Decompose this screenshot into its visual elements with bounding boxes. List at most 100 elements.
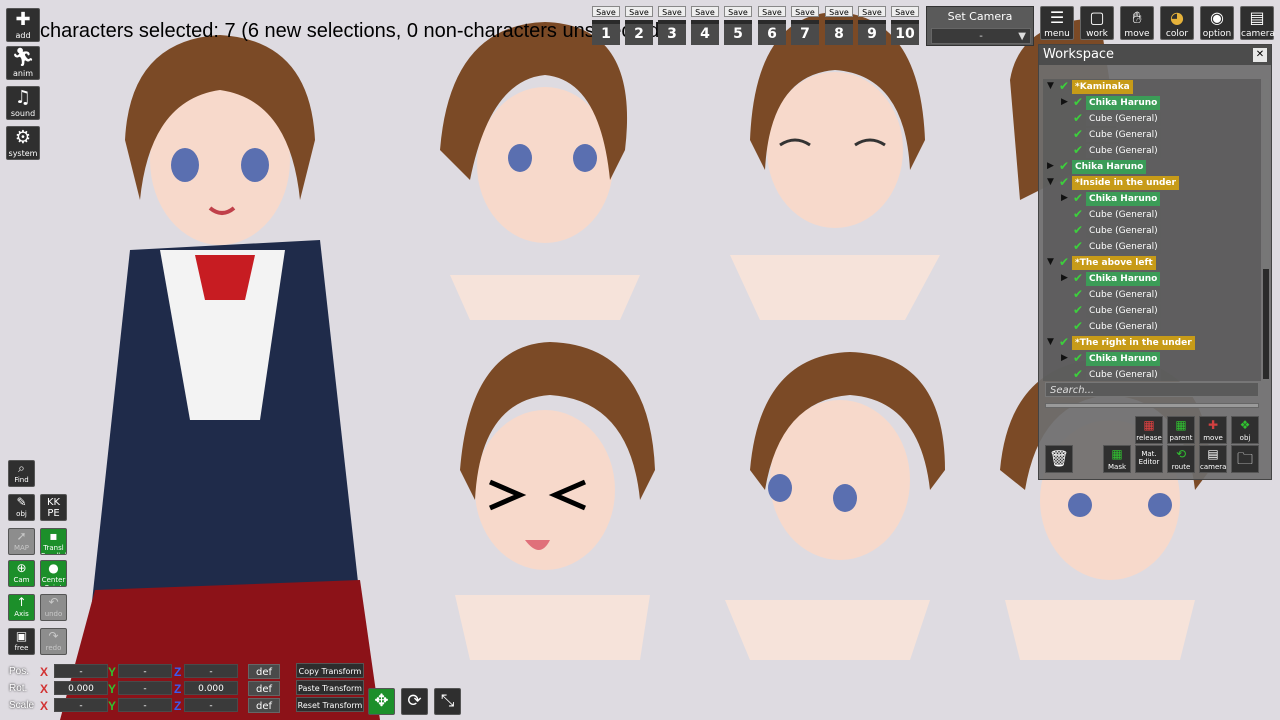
visibility-check-icon[interactable]: ✔ — [1073, 271, 1083, 285]
tree-item-label[interactable]: Cube (General) — [1086, 320, 1161, 334]
tree-row[interactable]: ✔ Cube (General) — [1043, 367, 1261, 381]
mask-button[interactable]: ▦ Mask — [1103, 445, 1131, 473]
kkpe-button[interactable]: KK PE — [40, 494, 67, 521]
workspace-camera-button[interactable]: ▤ camera — [1199, 445, 1227, 473]
pos-x-input[interactable]: - — [54, 664, 108, 678]
visibility-check-icon[interactable]: ✔ — [1073, 223, 1083, 237]
save-slot-7[interactable]: Save 7 — [791, 6, 819, 46]
tree-item-label[interactable]: Cube (General) — [1086, 368, 1161, 381]
free-button[interactable]: ▣ free — [8, 628, 35, 655]
undo-button[interactable]: ↶ undo — [40, 594, 67, 621]
tree-item-label[interactable]: *The above left — [1072, 256, 1156, 270]
expand-arrow-icon[interactable]: ▼ — [1047, 81, 1054, 91]
move-button[interactable]: ✋︎ move — [1120, 6, 1154, 40]
save-slot-10[interactable]: Save 10 — [891, 6, 919, 46]
menu-button[interactable]: ☰ menu — [1040, 6, 1074, 40]
anim-button[interactable]: 🏃︎ anim — [6, 46, 40, 80]
visibility-check-icon[interactable]: ✔ — [1073, 351, 1083, 365]
collapse-arrow-icon[interactable]: ▶ — [1061, 193, 1068, 203]
save-slot-8[interactable]: Save 8 — [825, 6, 853, 46]
scale-z-input[interactable]: - — [184, 698, 238, 712]
tree-row[interactable]: ▶ ✔ Chika Haruno — [1043, 271, 1261, 287]
tree-row[interactable]: ✔ Cube (General) — [1043, 287, 1261, 303]
color-button[interactable]: ◕ color — [1160, 6, 1194, 40]
visibility-check-icon[interactable]: ✔ — [1073, 303, 1083, 317]
pos-z-input[interactable]: - — [184, 664, 238, 678]
save-slot-3[interactable]: Save 3 — [658, 6, 686, 46]
rot-def-button[interactable]: def — [248, 681, 280, 696]
reset-transform-button[interactable]: Reset Transform — [296, 697, 364, 712]
tree-row[interactable]: ✔ Cube (General) — [1043, 207, 1261, 223]
tree-item-label[interactable]: Chika Haruno — [1086, 96, 1161, 110]
studio-viewport[interactable]: characters selected: 7 (6 new selections… — [0, 0, 1280, 720]
close-icon[interactable]: ✕ — [1253, 48, 1267, 62]
tree-item-label[interactable]: Cube (General) — [1086, 128, 1161, 142]
tree-row[interactable]: ▼ ✔ *Inside in the under — [1043, 175, 1261, 191]
save-slot-1[interactable]: Save 1 — [592, 6, 620, 46]
tree-item-label[interactable]: Cube (General) — [1086, 208, 1161, 222]
tree-row[interactable]: ✔ Cube (General) — [1043, 319, 1261, 335]
scrollbar-thumb[interactable] — [1263, 269, 1269, 379]
visibility-check-icon[interactable]: ✔ — [1073, 95, 1083, 109]
tree-row[interactable]: ▶ ✔ Chika Haruno — [1043, 95, 1261, 111]
parent-button[interactable]: ▦ parent — [1167, 416, 1195, 444]
paste-transform-button[interactable]: Paste Transform — [296, 680, 364, 695]
save-slot-6[interactable]: Save 6 — [758, 6, 786, 46]
visibility-check-icon[interactable]: ✔ — [1073, 207, 1083, 221]
visibility-check-icon[interactable]: ✔ — [1059, 335, 1069, 349]
tree-row[interactable]: ✔ Cube (General) — [1043, 111, 1261, 127]
tree-row[interactable]: ▶ ✔ Chika Haruno — [1043, 191, 1261, 207]
tree-item-label[interactable]: Cube (General) — [1086, 144, 1161, 158]
pos-y-input[interactable]: - — [118, 664, 172, 678]
rot-x-input[interactable]: 0.000 — [54, 681, 108, 695]
tree-item-label[interactable]: *Inside in the under — [1072, 176, 1179, 190]
visibility-check-icon[interactable]: ✔ — [1059, 159, 1069, 173]
visibility-check-icon[interactable]: ✔ — [1073, 367, 1083, 381]
redo-button[interactable]: ↷ redo — [40, 628, 67, 655]
pos-def-button[interactable]: def — [248, 664, 280, 679]
visibility-check-icon[interactable]: ✔ — [1073, 127, 1083, 141]
tree-item-label[interactable]: Chika Haruno — [1072, 160, 1147, 174]
tree-item-label[interactable]: Cube (General) — [1086, 240, 1161, 254]
camera-button[interactable]: ▤ camera — [1240, 6, 1275, 40]
cam-button[interactable]: ⊕ Cam — [8, 560, 35, 587]
obj-button[interactable]: ✎ obj — [8, 494, 35, 521]
visibility-check-icon[interactable]: ✔ — [1073, 143, 1083, 157]
tree-row[interactable]: ▶ ✔ Chika Haruno — [1043, 351, 1261, 367]
tree-item-label[interactable]: Chika Haruno — [1086, 192, 1161, 206]
camera-select[interactable]: - ▼ — [931, 28, 1031, 44]
collapse-arrow-icon[interactable]: ▶ — [1061, 273, 1068, 283]
expand-arrow-icon[interactable]: ▼ — [1047, 177, 1054, 187]
tree-row[interactable]: ▼ ✔ *The above left — [1043, 255, 1261, 271]
sound-button[interactable]: ♫ sound — [6, 86, 40, 120]
system-button[interactable]: ⚙ system — [6, 126, 40, 160]
tree-row[interactable]: ▼ ✔ *The right in the under — [1043, 335, 1261, 351]
option-button[interactable]: ◉ option — [1200, 6, 1234, 40]
scale-def-button[interactable]: def — [248, 698, 280, 713]
visibility-check-icon[interactable]: ✔ — [1059, 175, 1069, 189]
tree-row[interactable]: ✔ Cube (General) — [1043, 239, 1261, 255]
visibility-check-icon[interactable]: ✔ — [1073, 111, 1083, 125]
rot-z-input[interactable]: 0.000 — [184, 681, 238, 695]
axis-button[interactable]: ↑ Axis — [8, 594, 35, 621]
visibility-check-icon[interactable]: ✔ — [1073, 191, 1083, 205]
copy-transform-button[interactable]: Copy Transform — [296, 663, 364, 678]
workspace-scrollbar[interactable] — [1263, 79, 1269, 381]
tree-row[interactable]: ▶ ✔ Chika Haruno — [1043, 159, 1261, 175]
tree-item-label[interactable]: *The right in the under — [1072, 336, 1195, 350]
visibility-check-icon[interactable]: ✔ — [1059, 79, 1069, 93]
folder-button[interactable]: 🗀︎ — [1231, 445, 1259, 473]
center-point-button[interactable]: ● Center Point — [40, 560, 67, 587]
tree-item-label[interactable]: Chika Haruno — [1086, 272, 1161, 286]
tree-item-label[interactable]: Cube (General) — [1086, 224, 1161, 238]
collapse-arrow-icon[interactable]: ▶ — [1061, 97, 1068, 107]
scale-x-input[interactable]: - — [54, 698, 108, 712]
tree-item-label[interactable]: Cube (General) — [1086, 288, 1161, 302]
find-button[interactable]: ⌕ Find — [8, 460, 35, 487]
tree-row[interactable]: ✔ Cube (General) — [1043, 223, 1261, 239]
save-slot-4[interactable]: Save 4 — [691, 6, 719, 46]
tree-row[interactable]: ✔ Cube (General) — [1043, 127, 1261, 143]
work-button[interactable]: ▢ work — [1080, 6, 1114, 40]
tree-row[interactable]: ✔ Cube (General) — [1043, 303, 1261, 319]
route-button[interactable]: ⟲ route — [1167, 445, 1195, 473]
